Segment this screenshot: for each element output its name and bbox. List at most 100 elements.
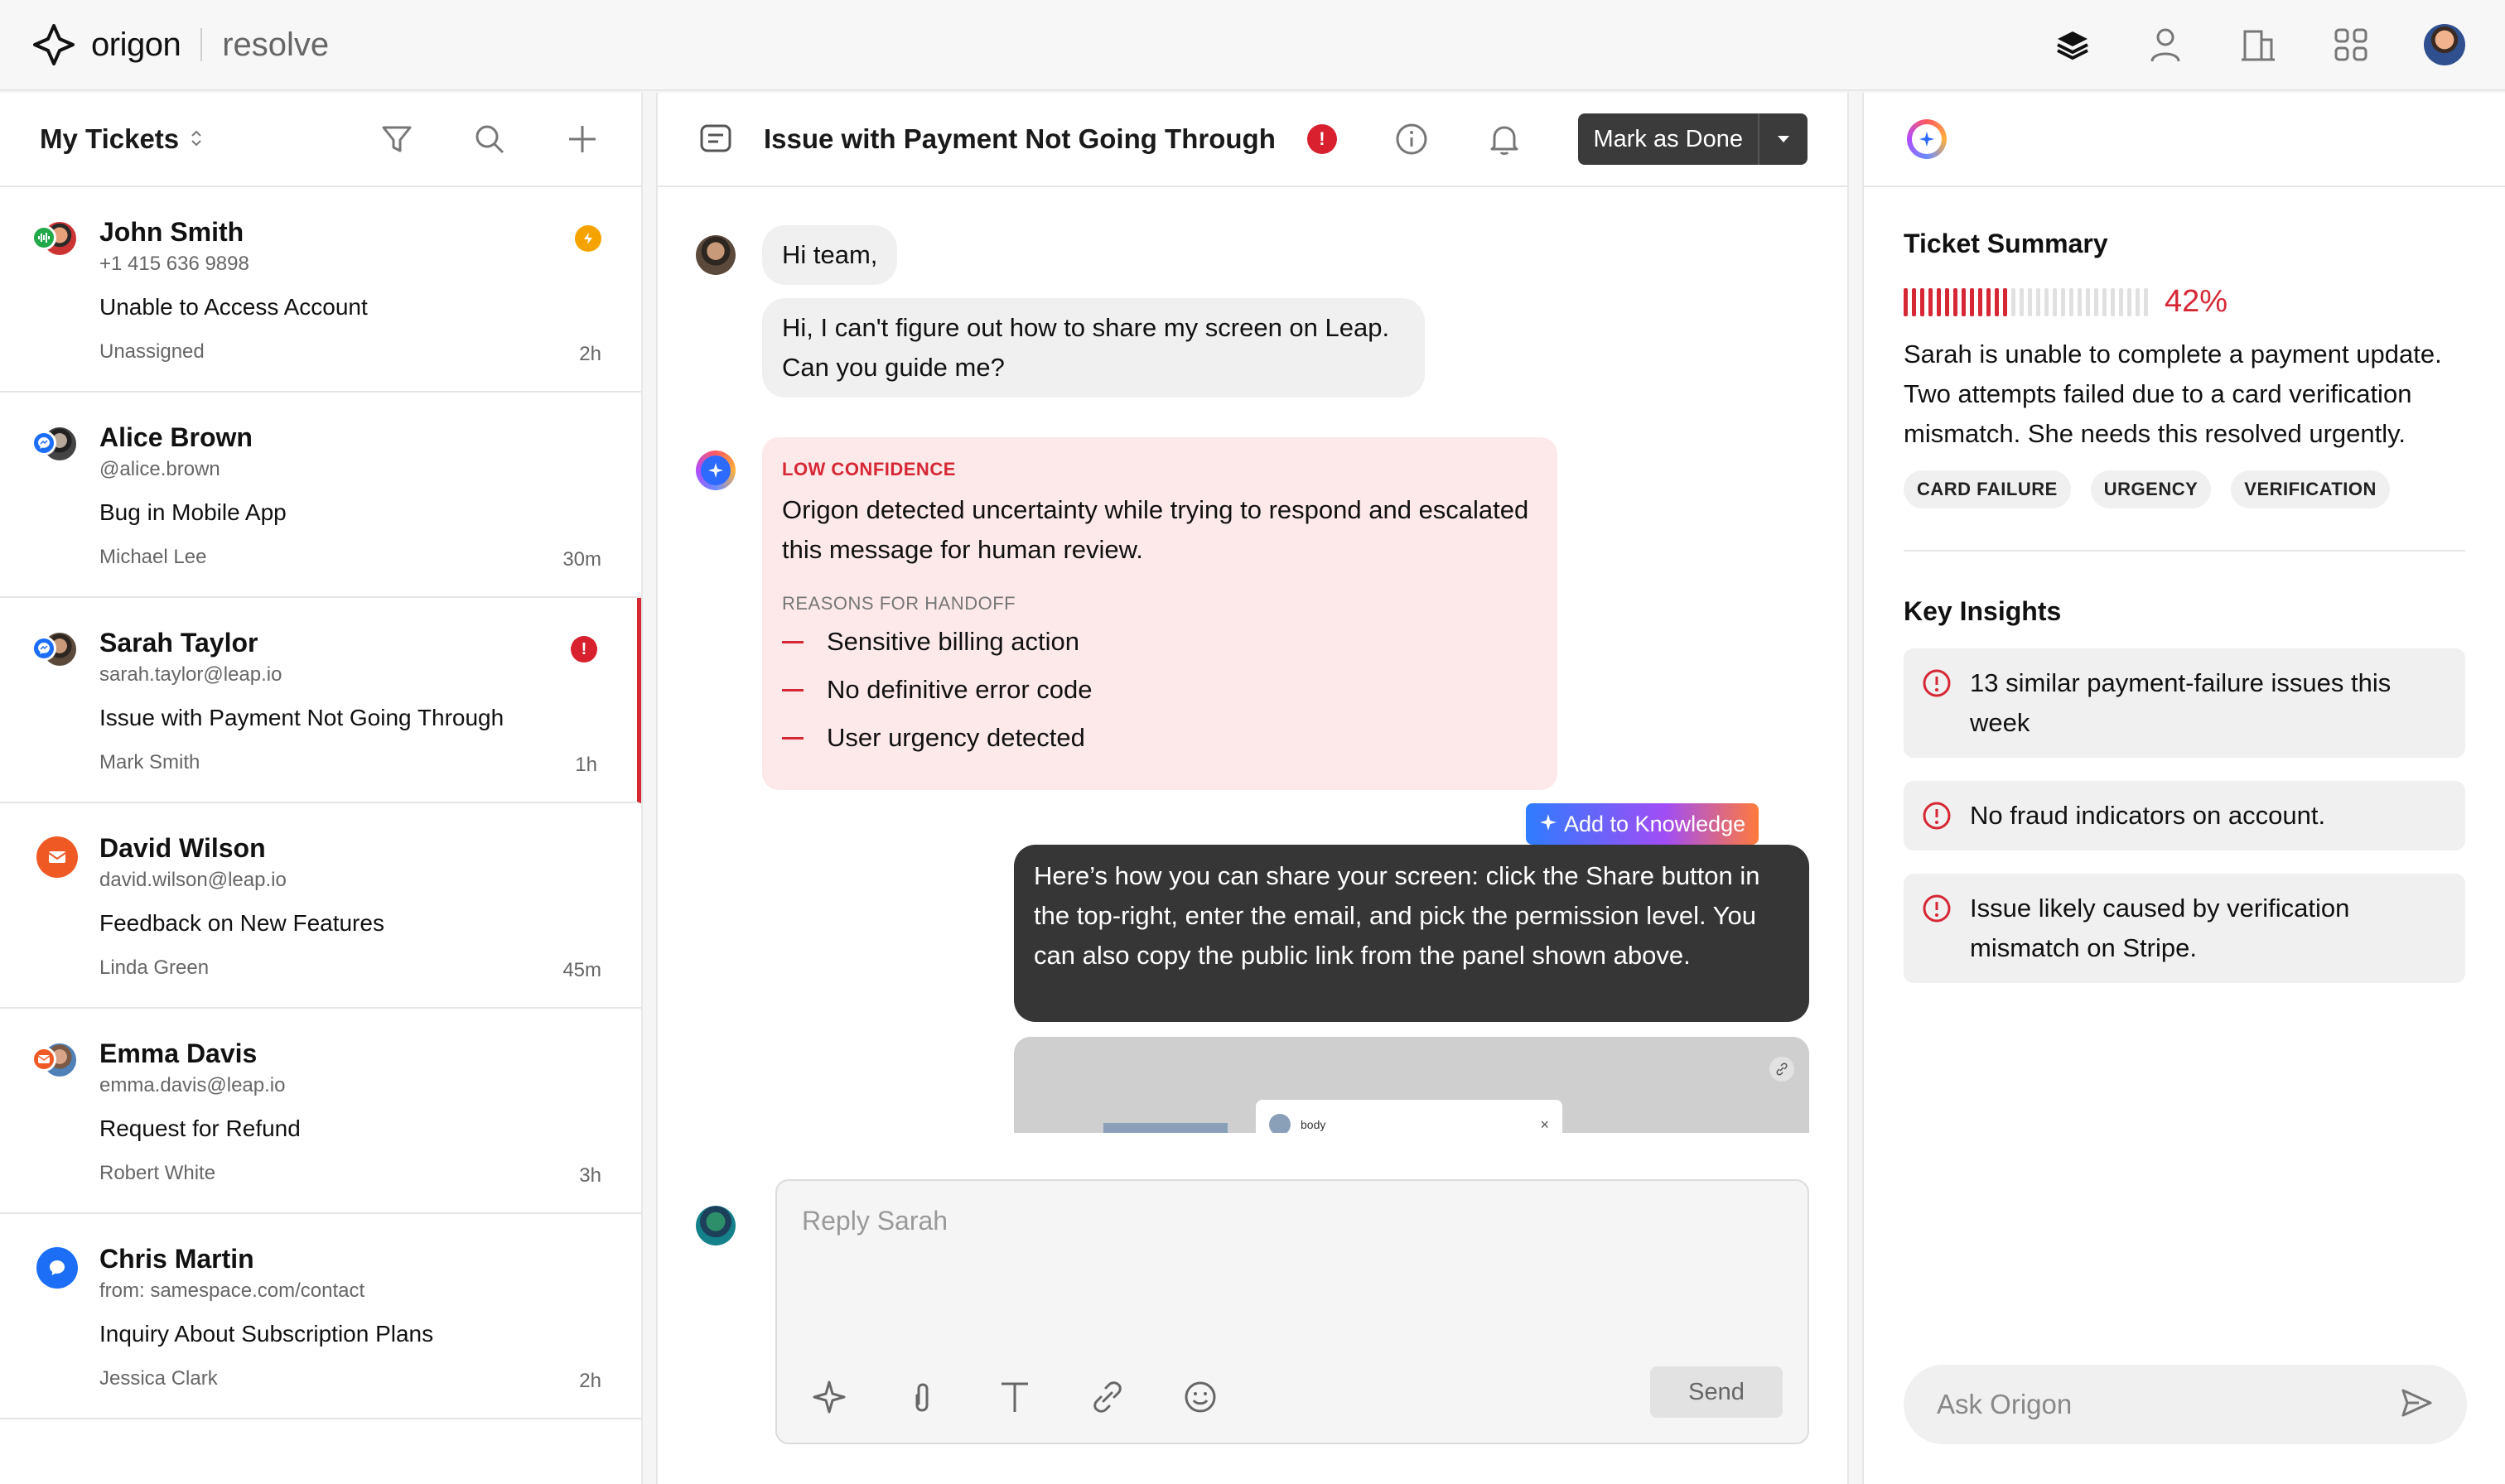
summary-text: Sarah is unable to complete a payment up… [1904, 340, 2442, 448]
ask-origon-input[interactable] [1937, 1389, 2399, 1420]
progress-tick [2020, 287, 2024, 316]
chat-channel-icon [36, 1247, 78, 1289]
link-icon[interactable] [1088, 1378, 1127, 1416]
mark-as-done-label[interactable]: Mark as Done [1578, 113, 1758, 165]
attached-screenshot[interactable]: body × [1014, 1037, 1809, 1133]
progress-tick [2069, 287, 2073, 316]
tag-card-failure[interactable]: CARD FAILURE [1904, 470, 2071, 508]
origon-orb-icon[interactable] [1907, 119, 1947, 159]
conversation-title: Issue with Payment Not Going Through [764, 123, 1276, 154]
text-format-icon[interactable] [996, 1378, 1034, 1416]
building-icon[interactable] [2238, 25, 2278, 65]
progress-tick [1970, 287, 1974, 316]
filter-icon[interactable] [378, 120, 416, 158]
contact-name: Alice Brown [99, 422, 253, 452]
progress-tick [2119, 287, 2123, 316]
ticket-time: 3h [579, 1164, 601, 1187]
ticket-item-active[interactable]: Sarah Taylor sarah.taylor@leap.io Issue … [0, 598, 641, 803]
ticket-time: 45m [562, 959, 601, 981]
message-square-icon [697, 121, 734, 157]
ask-origon-bar[interactable] [1904, 1365, 2467, 1444]
low-confidence-text: Origon detected uncertainty while trying… [782, 495, 1529, 564]
contact-detail: david.wilson@leap.io [99, 869, 287, 891]
insight-text: 13 similar payment-failure issues this w… [1970, 668, 2392, 737]
preview-card: body × [1256, 1100, 1562, 1133]
ticket-assignee: Michael Lee [99, 546, 207, 568]
progress-tick [2127, 287, 2131, 316]
preview-avatar [1269, 1114, 1291, 1133]
info-icon[interactable] [1392, 120, 1431, 158]
emoji-icon[interactable] [1181, 1378, 1219, 1416]
progress-tick [2086, 287, 2090, 316]
ticket-time: 2h [579, 1370, 601, 1392]
insight-card: Issue likely caused by verification mism… [1904, 874, 2465, 983]
add-to-knowledge-button[interactable]: Add to Knowledge [1526, 803, 1759, 845]
close-icon: × [1540, 1115, 1549, 1133]
caret-down-icon[interactable] [1758, 113, 1808, 165]
ticket-view-selector[interactable]: My Tickets [40, 123, 179, 155]
progress-tick [1978, 287, 1982, 316]
email-channel-icon [36, 836, 78, 878]
avatar [31, 631, 78, 672]
ticket-item[interactable]: John Smith +1 415 636 9898 Unable to Acc… [0, 187, 641, 393]
insights-panel: Ticket Summary 42% Sarah is unable to co… [1862, 93, 2505, 1484]
add-to-knowledge-label[interactable]: Add to Knowledge [1564, 812, 1745, 837]
section-divider [1904, 550, 2465, 552]
progress-tick [1945, 287, 1949, 316]
low-confidence-label: LOW CONFIDENCE [782, 459, 956, 479]
apps-grid-icon[interactable] [2331, 25, 2371, 65]
progress-tick [1995, 287, 1999, 316]
email-channel-icon [31, 1047, 56, 1072]
attachment-icon[interactable] [903, 1378, 941, 1416]
ticket-item[interactable]: Alice Brown @alice.brown Bug in Mobile A… [0, 393, 641, 598]
ticket-subject: Request for Refund [99, 1115, 301, 1141]
reply-input[interactable] [802, 1206, 1713, 1236]
progress-tick [2028, 287, 2032, 316]
priority-bolt-icon [575, 225, 601, 252]
ticket-subject: Inquiry About Subscription Plans [99, 1321, 434, 1347]
contact-name: David Wilson [99, 833, 266, 863]
tag-urgency[interactable]: URGENCY [2090, 470, 2212, 508]
send-arrow-icon[interactable] [2399, 1385, 2434, 1424]
user-icon[interactable] [2145, 25, 2185, 65]
progress-tick [1953, 287, 1957, 316]
reply-composer[interactable]: Send [775, 1179, 1809, 1444]
ticket-subject: Issue with Payment Not Going Through [99, 705, 504, 730]
send-button[interactable]: Send [1650, 1366, 1783, 1418]
progress-tick [2011, 287, 2015, 316]
ticket-subject: Bug in Mobile App [99, 499, 287, 525]
tag-verification[interactable]: VERIFICATION [2231, 470, 2390, 508]
add-icon[interactable] [563, 120, 601, 158]
handoff-reasons-label: REASONS FOR HANDOFF [782, 593, 1016, 614]
ai-sparkle-icon[interactable] [810, 1378, 848, 1416]
profile-avatar[interactable] [2424, 24, 2465, 65]
reason-text: Sensitive billing action [827, 627, 1080, 656]
dash-icon [782, 688, 804, 691]
progress-tick [1962, 287, 1966, 316]
list-item: Sensitive billing action [782, 618, 1537, 666]
resolution-progress: 42% [1904, 284, 2465, 320]
ticket-assignee: Unassigned [99, 340, 205, 363]
origon-logo-icon [31, 22, 76, 67]
messenger-channel-icon [31, 636, 56, 661]
brand[interactable]: origon resolve [31, 22, 329, 67]
layers-icon[interactable] [2053, 25, 2092, 65]
ticket-assignee: Mark Smith [99, 751, 200, 773]
mark-as-done-button[interactable]: Mark as Done [1578, 113, 1808, 165]
bell-icon[interactable] [1485, 120, 1523, 158]
urgent-alert-icon: ! [571, 636, 597, 662]
ticket-subject: Unable to Access Account [99, 294, 368, 320]
preview-strip [1103, 1123, 1228, 1133]
ticket-time: 2h [579, 343, 601, 365]
customer-message: Hi, I can't figure out how to share my s… [762, 298, 1425, 398]
sort-chevron-icon[interactable] [191, 129, 202, 150]
list-item: User urgency detected [782, 714, 1537, 762]
agent-avatar [696, 1206, 736, 1246]
progress-tick [1904, 287, 1908, 316]
progress-tick [2144, 287, 2148, 316]
search-icon[interactable] [471, 120, 509, 158]
ticket-item[interactable]: Chris Martin from: samespace.com/contact… [0, 1214, 641, 1419]
ticket-item[interactable]: Emma Davis emma.davis@leap.io Request fo… [0, 1009, 641, 1214]
ticket-item[interactable]: David Wilson david.wilson@leap.io Feedba… [0, 803, 641, 1009]
progress-tick [2078, 287, 2082, 316]
